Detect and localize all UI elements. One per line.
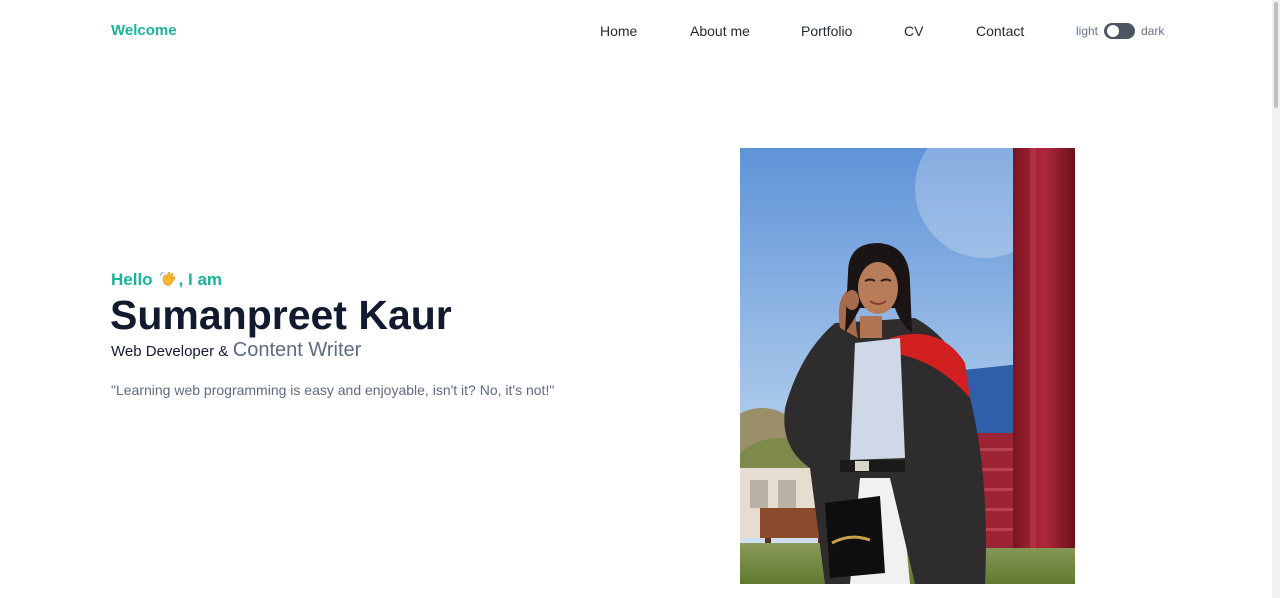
hero-quote: "Learning web programming is easy and en… — [111, 382, 555, 398]
profile-photo — [740, 148, 1075, 584]
page-scrollbar[interactable] — [1272, 0, 1280, 598]
portfolio-page: Welcome Home About me Portfolio CV Conta… — [0, 0, 1280, 598]
greeting-i-am: , I am — [178, 270, 223, 289]
nav-link-cv[interactable]: CV — [904, 22, 923, 40]
brand-logo-link[interactable]: Welcome — [111, 22, 177, 40]
hero-greeting: Hello , I am — [111, 270, 222, 290]
hero-role: Web Developer & Content Writer — [111, 338, 361, 364]
nav-link-portfolio[interactable]: Portfolio — [801, 22, 852, 40]
greeting-hello: Hello — [111, 270, 153, 289]
waving-hand-icon — [159, 270, 177, 288]
nav-link-about[interactable]: About me — [690, 22, 750, 40]
theme-dark-label: dark — [1141, 24, 1165, 38]
nav-link-contact[interactable]: Contact — [976, 22, 1024, 40]
nav-link-home[interactable]: Home — [600, 22, 637, 40]
theme-light-label: light — [1076, 24, 1099, 38]
theme-switch[interactable] — [1104, 23, 1135, 39]
role-typed-text: Content Writer — [232, 339, 362, 361]
theme-switch-knob — [1107, 25, 1119, 37]
hero-name: Sumanpreet Kaur — [110, 292, 452, 338]
scrollbar-thumb[interactable] — [1274, 2, 1278, 108]
theme-toggle: light dark — [1076, 22, 1176, 40]
role-static-text: Web Developer & — [111, 343, 229, 360]
